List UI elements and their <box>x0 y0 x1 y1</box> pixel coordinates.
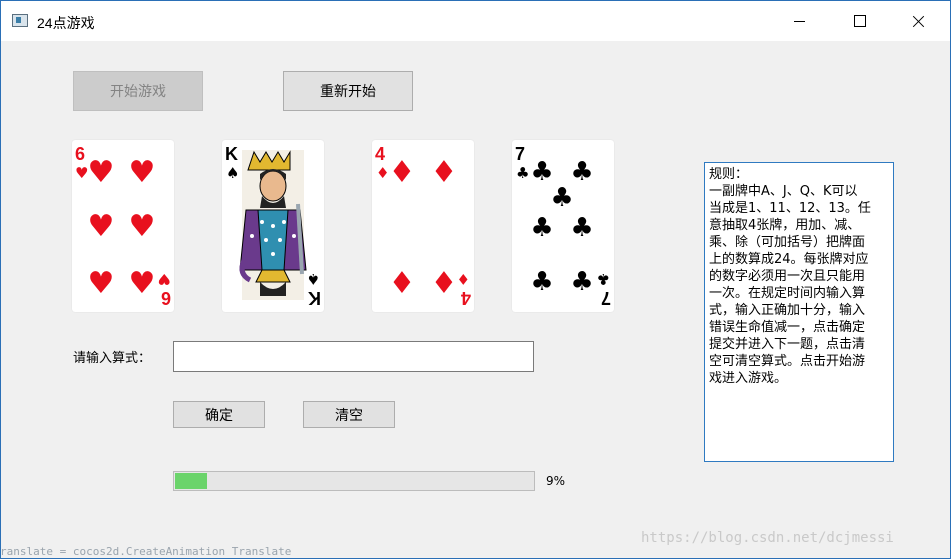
svg-text:4: 4 <box>461 288 471 308</box>
clear-button[interactable]: 清空 <box>303 401 395 428</box>
card-four-of-diamonds: 4 ♦ ♦ ♦ ♦ ♦ 4 ♦ <box>372 140 474 312</box>
watermark: https://blog.csdn.net/dcjmessi <box>641 530 894 546</box>
card-rank: 7 <box>515 144 525 164</box>
card-six-of-hearts: 6 ♥ ♥ ♥ ♥ ♥ ♥ ♥ 6 ♥ <box>72 140 174 312</box>
svg-text:♦: ♦ <box>431 266 458 301</box>
svg-text:♥: ♥ <box>88 155 115 190</box>
rules-text: 规则： 一副牌中A、J、Q、K可以 当成是1、11、12、13。任 意抽取4张牌… <box>709 167 871 386</box>
svg-text:♣: ♣ <box>570 213 593 243</box>
svg-text:♥: ♥ <box>88 266 115 301</box>
card-suit-icon: ♦ <box>376 164 389 182</box>
progress-fill <box>175 473 208 489</box>
card-rank: 6 <box>75 144 85 164</box>
background-code-text: ranslate = cocos2d.CreateAnimation Trans… <box>0 545 292 558</box>
svg-text:♠: ♠ <box>307 270 320 288</box>
svg-text:♦: ♦ <box>389 155 416 190</box>
svg-text:♣: ♣ <box>530 213 553 243</box>
title-bar: 24点游戏 <box>1 1 950 41</box>
start-game-button[interactable]: 开始游戏 <box>73 71 203 111</box>
svg-text:♣: ♣ <box>530 267 553 297</box>
svg-text:♥: ♥ <box>129 209 156 244</box>
svg-text:♥: ♥ <box>129 266 156 301</box>
svg-text:♥: ♥ <box>158 270 171 288</box>
card-king-of-spades: K ♠ K ♠ <box>222 140 324 312</box>
maximize-icon[interactable] <box>831 1 889 41</box>
svg-text:♥: ♥ <box>129 155 156 190</box>
restart-button[interactable]: 重新开始 <box>283 71 413 111</box>
svg-text:♥: ♥ <box>88 209 115 244</box>
card-suit-icon: ♥ <box>75 164 88 182</box>
card-seven-of-clubs: 7 ♣ ♣ ♣ ♣ ♣ ♣ ♣ ♣ 7 ♣ <box>512 140 614 312</box>
rules-panel[interactable]: 规则： 一副牌中A、J、Q、K可以 当成是1、11、12、13。任 意抽取4张牌… <box>704 162 894 462</box>
svg-text:K: K <box>308 288 321 308</box>
progress-bar <box>173 471 535 491</box>
confirm-button[interactable]: 确定 <box>173 401 265 428</box>
minimize-icon[interactable] <box>771 1 829 41</box>
svg-text:7: 7 <box>601 288 611 308</box>
card-suit-icon: ♠ <box>226 164 239 182</box>
formula-label: 请输入算式： <box>73 351 152 366</box>
progress-percent: 9% <box>546 474 566 488</box>
svg-text:♣: ♣ <box>597 270 610 288</box>
card-rank: 4 <box>375 144 385 164</box>
svg-text:6: 6 <box>161 288 171 308</box>
svg-text:♦: ♦ <box>389 266 416 301</box>
app-icon <box>12 14 28 27</box>
card-suit-icon: ♣ <box>516 164 529 182</box>
king-face-icon <box>239 150 307 300</box>
window-title: 24点游戏 <box>37 15 95 31</box>
formula-input[interactable] <box>173 341 534 372</box>
svg-text:♣: ♣ <box>570 267 593 297</box>
close-icon[interactable] <box>889 1 947 41</box>
svg-text:♣: ♣ <box>550 183 573 213</box>
app-window: 24点游戏 开始游戏 重新开始 6 ♥ ♥♥ ♥♥ ♥♥ 6 ♥ K ♠ <box>0 0 951 559</box>
card-rank: K <box>225 144 238 164</box>
svg-text:♦: ♦ <box>457 270 470 288</box>
svg-text:♣: ♣ <box>570 157 593 187</box>
svg-text:♦: ♦ <box>431 155 458 190</box>
